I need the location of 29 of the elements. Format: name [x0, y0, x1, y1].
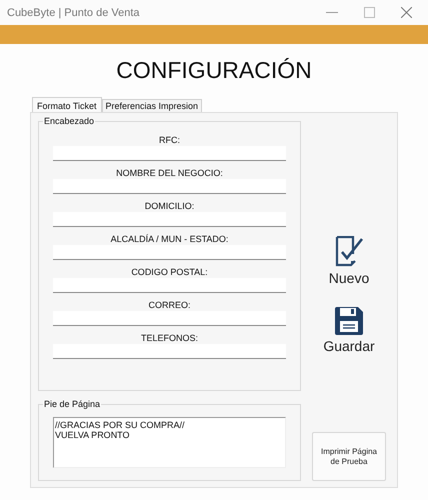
input-field[interactable]: [53, 212, 286, 227]
window-title: CubeByte | Punto de Venta: [7, 6, 140, 18]
field-label: CODIGO POSTAL:: [130, 266, 209, 278]
input-field[interactable]: [53, 179, 286, 194]
print-test-button[interactable]: Imprimir Página de Prueba: [312, 432, 386, 481]
footer-text-area[interactable]: //GRACIAS POR SU COMPRA// VUELVA PRONTO: [53, 417, 286, 468]
group-title: Pie de Página: [43, 399, 102, 409]
field-label: ALCALDÍA / MUN - ESTADO:: [110, 233, 230, 245]
field-label: TELEFONOS:: [140, 332, 199, 344]
new-button[interactable]: Nuevo: [328, 236, 370, 286]
group-title: Encabezado: [43, 116, 96, 126]
save-button[interactable]: Guardar: [323, 306, 375, 354]
close-icon[interactable]: [401, 7, 412, 18]
save-icon: [334, 306, 364, 336]
input-field[interactable]: [53, 245, 286, 260]
field-label: NOMBRE DEL NEGOCIO:: [115, 167, 224, 179]
field-label: RFC:: [158, 134, 181, 146]
page-heading: CONFIGURACIÓN: [116, 57, 312, 84]
field-label: CORREO:: [147, 299, 192, 311]
input-field[interactable]: [53, 344, 286, 359]
input-field[interactable]: [53, 311, 286, 326]
document-check-icon: [334, 236, 364, 268]
input-field[interactable]: [53, 278, 286, 293]
input-field[interactable]: [53, 146, 286, 161]
minimize-icon[interactable]: [326, 12, 338, 14]
tab[interactable]: Formato Ticket: [32, 97, 102, 113]
maximize-icon[interactable]: [364, 7, 375, 18]
tab[interactable]: Preferencias Impresion: [102, 99, 202, 112]
field-label: DOMICILIO:: [144, 200, 196, 212]
